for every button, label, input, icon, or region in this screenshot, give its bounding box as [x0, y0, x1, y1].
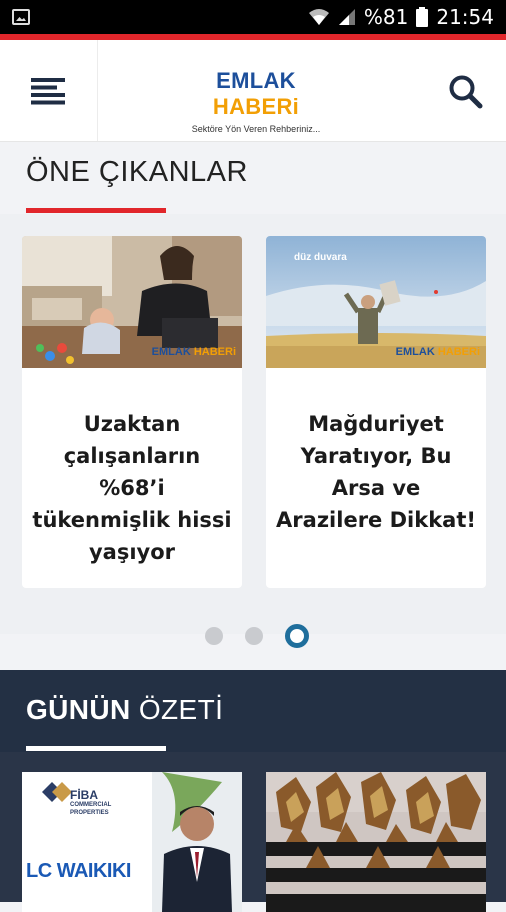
news-image-tired-worker: EMLAK HABERi: [22, 236, 242, 368]
news-image-watermark: EMLAK HABERi: [151, 346, 236, 358]
featured-carousel[interactable]: EMLAK HABERi Uzaktan çalışanların %68’i …: [0, 214, 506, 634]
carousel-dot-2[interactable]: [245, 627, 263, 645]
news-card-title[interactable]: Mağduriyet Yaratıyor, Bu Arsa ve Arazile…: [276, 408, 476, 536]
search-button[interactable]: [448, 74, 484, 110]
news-image-watermark: EMLAK HABERi: [395, 346, 480, 358]
search-icon: [449, 75, 483, 109]
featured-section: ÖNE ÇIKANLAR EMLAK HABERi Uzaktan çalışa…: [0, 142, 506, 670]
logo-word-emlak: EMLAK: [216, 68, 296, 93]
logo-tagline: Sektöre Yön Veren Rehberiniz...: [191, 124, 321, 134]
carousel-dot-3-active[interactable]: [285, 624, 309, 648]
hamburger-menu-icon: [30, 77, 65, 104]
lcw-logo-text: LC WAIKIKI: [26, 860, 132, 882]
status-bar: %81 21:54: [0, 0, 506, 34]
gallery-icon: [12, 9, 30, 25]
fiba-logo-text: FİBA: [70, 788, 98, 802]
wifi-icon: [308, 9, 329, 25]
news-image-field-man: düz duvara EMLAK HABERi: [266, 236, 486, 368]
fiba-logo-sub1: COMMERCIAL: [70, 802, 112, 808]
carousel-pagination: [205, 624, 309, 648]
summary-title: GÜNÜN ÖZETİ: [26, 694, 224, 725]
app-header: EMLAK HABERi Sektöre Yön Veren Rehberini…: [0, 40, 506, 142]
clock: 21:54: [436, 5, 494, 29]
news-card-land-warning[interactable]: düz duvara EMLAK HABERi Mağduriyet Yarat…: [266, 236, 486, 588]
daily-summary-section: GÜNÜN ÖZETİ FİBA COMMERCIAL PROPERTIES L…: [0, 670, 506, 912]
news-image-caption: düz duvara: [294, 252, 347, 263]
summary-card-fiba-lcw[interactable]: FİBA COMMERCIAL PROPERTIES LC WAIKIKI: [22, 772, 242, 912]
menu-button[interactable]: [0, 40, 98, 141]
fiba-logo-sub2: PROPERTIES: [70, 810, 109, 816]
news-card-title[interactable]: Uzaktan çalışanların %68’i tükenmişlik h…: [32, 408, 232, 568]
featured-title-underline: [26, 208, 166, 213]
battery-percent: %81: [363, 5, 409, 29]
logo-word-haberi: HABERi: [212, 94, 300, 119]
battery-icon: [416, 7, 429, 27]
carousel-dot-1[interactable]: [205, 627, 223, 645]
featured-title: ÖNE ÇIKANLAR: [26, 156, 248, 188]
app-logo[interactable]: EMLAK HABERi Sektöre Yön Veren Rehberini…: [176, 68, 336, 134]
summary-title-underline: [26, 746, 166, 751]
signal-icon: [338, 9, 355, 25]
summary-card-awards[interactable]: [266, 772, 486, 912]
news-card-remote-work[interactable]: EMLAK HABERi Uzaktan çalışanların %68’i …: [22, 236, 242, 588]
